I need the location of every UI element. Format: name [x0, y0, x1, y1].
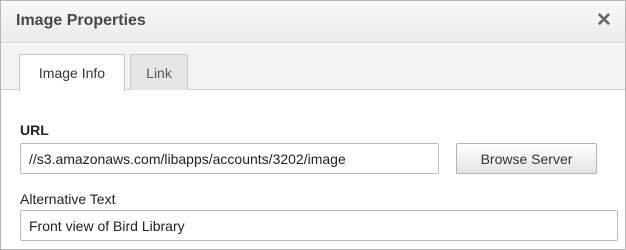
tab-panel-image-info: URL Browse Server Alternative Text: [1, 91, 625, 249]
tab-link[interactable]: Link: [130, 54, 188, 90]
tab-image-info[interactable]: Image Info: [19, 54, 125, 91]
close-icon[interactable]: ✕: [593, 9, 615, 31]
dialog-titlebar[interactable]: Image Properties ✕: [1, 1, 625, 43]
tab-strip: Image Info Link: [1, 44, 625, 91]
browse-server-button[interactable]: Browse Server: [456, 143, 597, 174]
url-input[interactable]: [20, 143, 439, 174]
alternative-text-input[interactable]: [20, 210, 618, 241]
dialog-title: Image Properties: [16, 12, 146, 29]
alternative-text-label: Alternative Text: [20, 191, 116, 207]
image-properties-dialog: Image Properties ✕ Image Info Link URL B…: [0, 0, 626, 250]
url-label: URL: [20, 122, 49, 138]
